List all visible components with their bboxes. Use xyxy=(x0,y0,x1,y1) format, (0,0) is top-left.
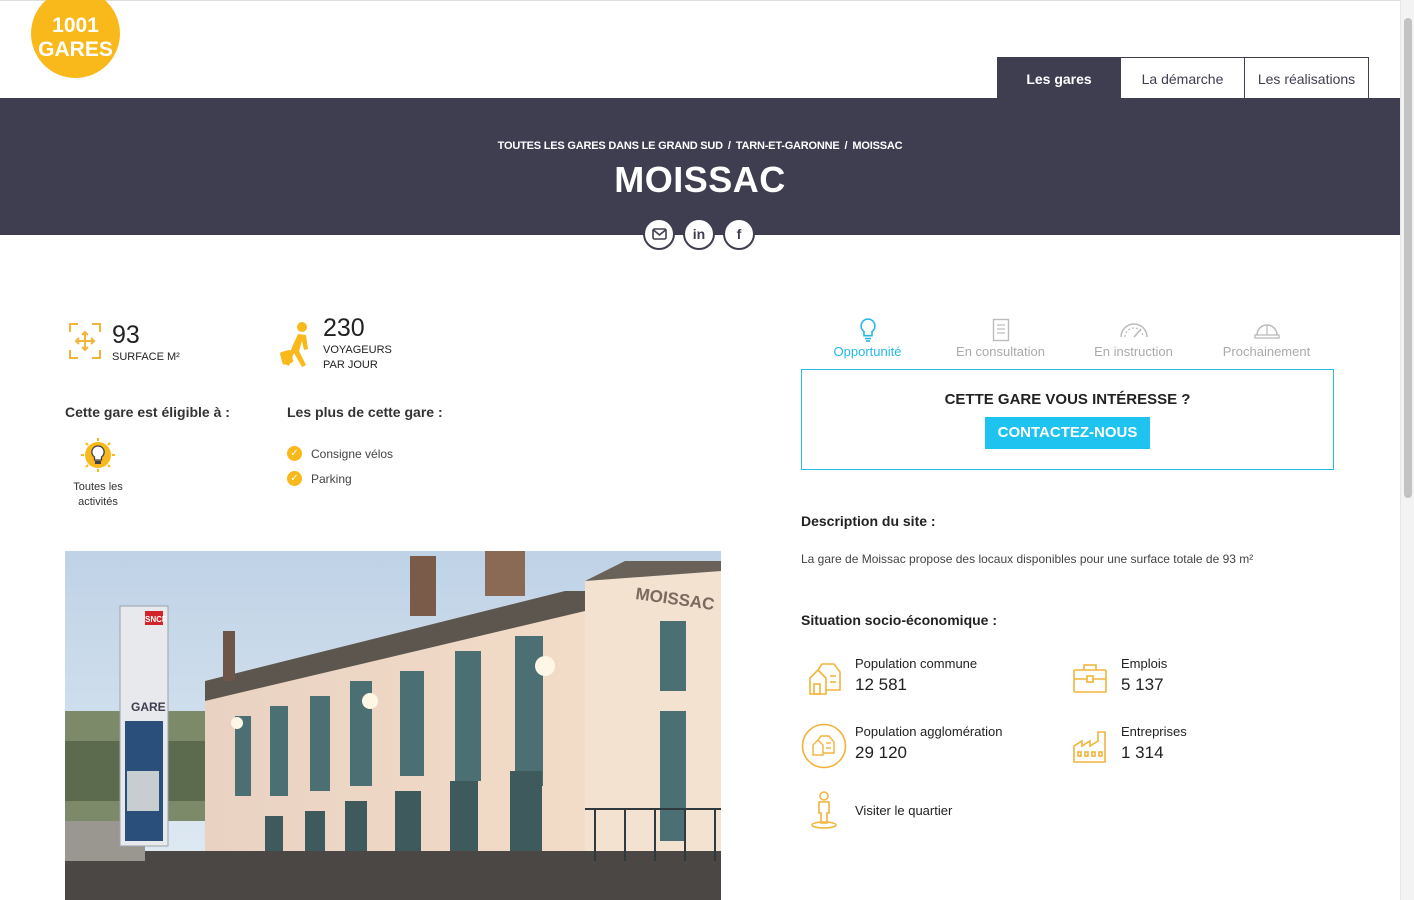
status-step-opportunite[interactable]: Opportunité xyxy=(801,316,934,359)
status-label: En instruction xyxy=(1094,344,1173,359)
entreprises-label: Entreprises xyxy=(1121,724,1187,739)
document-icon xyxy=(992,318,1009,342)
voyageurs-label-line2: PAR JOUR xyxy=(323,359,378,371)
street-view-icon xyxy=(811,791,837,829)
eligible-label-line1: Toutes les xyxy=(73,481,123,493)
plus-item-parking: ✓ Parking xyxy=(287,466,393,491)
check-icon: ✓ xyxy=(287,446,302,461)
socio-population-agglomeration: Population agglomération 29 120 xyxy=(801,723,1002,769)
main-nav: Les gares La démarche Les réalisations xyxy=(997,57,1369,99)
breadcrumb-current-moissac[interactable]: MOISSAC xyxy=(852,140,902,152)
sign-brand-text: SNCF xyxy=(145,615,167,624)
eligible-toutes-activites: Toutes les activités xyxy=(68,437,128,510)
check-icon: ✓ xyxy=(287,471,302,486)
plus-item-label: Parking xyxy=(311,471,352,486)
status-step-en-instruction[interactable]: En instruction xyxy=(1067,316,1200,359)
hard-hat-icon xyxy=(1253,324,1280,339)
voyageurs-label-line1: VOYAGEURS xyxy=(323,344,392,356)
sign-gare-text: GARE xyxy=(131,700,166,714)
header: 1001 GARES Les gares La démarche Les réa… xyxy=(0,0,1400,99)
surface-value: 93 xyxy=(112,321,140,349)
vertical-scrollbar[interactable] xyxy=(1400,0,1414,900)
status-step-en-consultation[interactable]: En consultation xyxy=(934,316,1067,359)
plus-item-label: Consigne vélos xyxy=(311,446,394,461)
stat-voyageurs: 230 VOYAGEURS PAR JOUR xyxy=(280,315,392,373)
status-label: En consultation xyxy=(956,344,1045,359)
page: 1001 GARES Les gares La démarche Les réa… xyxy=(0,0,1400,900)
station-photo: MOISSAC SNCF GARE xyxy=(65,551,721,900)
houses-icon xyxy=(809,663,841,695)
emplois-label: Emplois xyxy=(1121,656,1168,671)
surface-label: SURFACE M² xyxy=(112,351,180,363)
socio-heading: Situation socio-économique : xyxy=(801,612,998,628)
briefcase-icon xyxy=(1073,664,1107,693)
logo-line-1: 1001 xyxy=(52,13,99,37)
lightbulb-icon xyxy=(81,438,115,472)
breadcrumb-separator: / xyxy=(844,140,848,152)
breadcrumb-separator: / xyxy=(727,140,731,152)
interest-cta-box: CETTE GARE VOUS INTÉRESSE ? CONTACTEZ-NO… xyxy=(801,369,1334,470)
linkedin-icon: in xyxy=(692,226,706,242)
lightbulb-outline-icon xyxy=(859,318,876,342)
station-photo-illustration: MOISSAC SNCF GARE xyxy=(65,551,721,900)
visit-neighborhood-label: Visiter le quartier xyxy=(855,802,953,818)
description-text: La gare de Moissac propose des locaux di… xyxy=(801,552,1254,566)
contact-us-button[interactable]: CONTACTEZ-NOUS xyxy=(984,417,1151,449)
plus-list: ✓ Consigne vélos ✓ Parking xyxy=(287,441,393,491)
project-status-steps: Opportunité En consultation En instructi… xyxy=(801,316,1334,359)
status-label: Opportunité xyxy=(833,344,902,359)
scrollbar-thumb[interactable] xyxy=(1404,18,1412,498)
eligible-heading: Cette gare est éligible à : xyxy=(65,404,230,420)
agglomeration-icon xyxy=(801,723,847,769)
mail-icon xyxy=(651,228,667,240)
eligible-label-line2: activités xyxy=(78,496,118,508)
visit-neighborhood-link[interactable]: Visiter le quartier xyxy=(801,790,952,830)
cta-title: CETTE GARE VOUS INTÉRESSE ? xyxy=(944,391,1191,408)
logo-line-2: GARES xyxy=(38,37,113,61)
surface-icon xyxy=(69,323,101,359)
stat-surface: 93 SURFACE M² xyxy=(68,322,180,365)
socio-population-commune: Population commune 12 581 xyxy=(801,655,977,701)
socio-entreprises: Entreprises 1 314 xyxy=(1067,723,1187,769)
share-facebook-button[interactable]: f xyxy=(723,218,755,250)
factory-icon xyxy=(1073,731,1106,763)
voyageurs-value: 230 xyxy=(323,314,365,342)
tab-les-gares[interactable]: Les gares xyxy=(997,57,1121,99)
share-email-button[interactable] xyxy=(643,218,675,250)
tab-les-realisations[interactable]: Les réalisations xyxy=(1245,57,1369,99)
status-label: Prochainement xyxy=(1222,344,1311,359)
socio-emplois: Emplois 5 137 xyxy=(1067,655,1167,701)
share-buttons: in f xyxy=(643,218,755,250)
breadcrumb-link-grand-sud[interactable]: TOUTES LES GARES DANS LE GRAND SUD xyxy=(498,140,723,152)
population-agglo-label: Population agglomération xyxy=(855,724,1003,739)
population-commune-label: Population commune xyxy=(855,656,978,671)
page-title: MOISSAC xyxy=(614,159,786,200)
share-linkedin-button[interactable]: in xyxy=(683,218,715,250)
logo-1001-gares[interactable]: 1001 GARES xyxy=(31,0,120,78)
population-agglo-value: 29 120 xyxy=(855,743,907,762)
description-heading: Description du site : xyxy=(801,513,936,529)
breadcrumb: TOUTES LES GARES DANS LE GRAND SUD / TARN-… xyxy=(0,140,1400,152)
status-step-prochainement[interactable]: Prochainement xyxy=(1200,316,1333,359)
emplois-value: 5 137 xyxy=(1121,675,1164,694)
traveler-icon xyxy=(280,322,308,367)
population-commune-value: 12 581 xyxy=(855,675,907,694)
plus-item-consigne-velos: ✓ Consigne vélos xyxy=(287,441,393,466)
plus-heading: Les plus de cette gare : xyxy=(287,404,443,420)
gauge-icon xyxy=(1119,323,1148,338)
tab-la-demarche[interactable]: La démarche xyxy=(1121,57,1245,99)
breadcrumb-link-tarn-et-garonne[interactable]: TARN-ET-GARONNE xyxy=(736,140,840,152)
facebook-icon: f xyxy=(736,226,742,242)
entreprises-value: 1 314 xyxy=(1121,743,1164,762)
title-banner: TOUTES LES GARES DANS LE GRAND SUD / TARN-… xyxy=(0,98,1400,235)
